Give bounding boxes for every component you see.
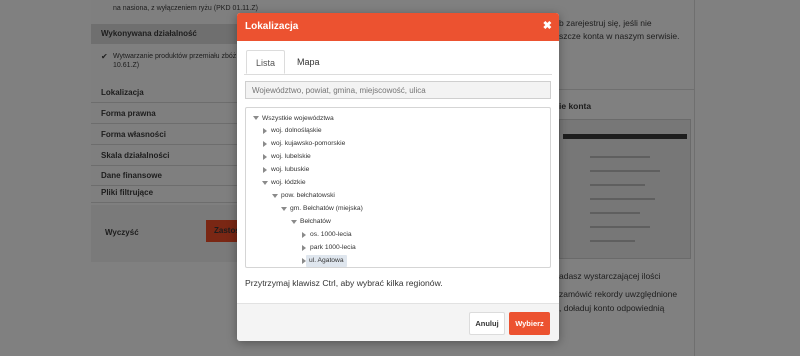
check-icon: ✔ <box>101 52 108 61</box>
right-text-bottom-3: , doładuj konto odpowiednią <box>559 303 665 313</box>
sidebar-top-text: na nasiona, z wyłączeniem ryżu (PKD 01.1… <box>113 5 258 12</box>
expanded-arrow-icon[interactable] <box>272 194 278 198</box>
location-modal: Lokalizacja ✖ Lista Mapa Wszystkie wojew… <box>237 13 559 341</box>
expanded-arrow-icon[interactable] <box>253 116 259 120</box>
filter-pliki[interactable]: Pliki filtrujące <box>91 183 241 203</box>
multi-select-hint: Przytrzymaj klawisz Ctrl, aby wybrać kil… <box>245 278 443 288</box>
collapsed-arrow-icon[interactable] <box>263 167 267 173</box>
collapsed-arrow-icon[interactable] <box>263 141 267 147</box>
tree-node-belchatow[interactable]: Bełchatów <box>300 217 331 227</box>
tree-node-woj-dolnoslaskie[interactable]: woj. dolnośląskie <box>271 126 322 136</box>
collapsed-arrow-icon[interactable] <box>263 128 267 134</box>
right-section-title: ie konta <box>559 101 592 111</box>
modal-header: Lokalizacja ✖ <box>237 13 559 41</box>
right-text-top-2: szcze konta w naszym serwisie. <box>559 31 680 41</box>
tree-node-woj-lodzkie[interactable]: woj. łódzkie <box>271 178 306 188</box>
sidebar-section-title: Wykonywana działalność <box>91 24 241 44</box>
modal-tabs: Lista Mapa <box>244 48 552 75</box>
expanded-arrow-icon[interactable] <box>262 181 268 185</box>
activity-code: 10.61.Z) <box>113 62 140 69</box>
location-search-input[interactable] <box>245 81 551 99</box>
collapsed-arrow-icon[interactable] <box>302 232 306 238</box>
preview-image <box>559 119 691 259</box>
modal-footer: Anuluj Wybierz <box>237 303 559 341</box>
tree-node-root[interactable]: Wszystkie województwa <box>262 114 334 124</box>
tab-mapa[interactable]: Mapa <box>288 50 329 74</box>
divider <box>559 89 694 90</box>
collapsed-arrow-icon[interactable] <box>263 154 267 160</box>
tree-node-woj-lubuskie[interactable]: woj. lubuskie <box>271 165 309 175</box>
choose-button[interactable]: Wybierz <box>509 312 550 335</box>
tree-node-ul-agatowa[interactable]: ul. Agatowa <box>306 255 347 267</box>
right-text-bottom-2: zamówić rekordy uwzględnione <box>559 289 678 299</box>
expanded-arrow-icon[interactable] <box>291 220 297 224</box>
tree-node-gm-belchatow[interactable]: gm. Bełchatów (miejska) <box>290 204 363 214</box>
expanded-arrow-icon[interactable] <box>281 207 287 211</box>
clear-button[interactable]: Wyczyść <box>105 228 139 237</box>
modal-title: Lokalizacja <box>245 21 299 32</box>
right-text-bottom-1: adasz wystarczającej ilości <box>559 271 661 281</box>
collapsed-arrow-icon[interactable] <box>302 245 306 251</box>
cancel-button[interactable]: Anuluj <box>469 312 505 335</box>
activity-item: Wytwarzanie produktów przemiału zbóż <box>113 53 237 60</box>
tree-node-woj-lubelskie[interactable]: woj. lubelskie <box>271 152 311 162</box>
filter-forma-prawna[interactable]: Forma prawna <box>91 104 241 124</box>
tree-node-os-1000-lecia[interactable]: os. 1000-lecia <box>310 230 352 240</box>
close-icon[interactable]: ✖ <box>543 19 552 32</box>
filter-lokalizacja[interactable]: Lokalizacja <box>91 83 241 103</box>
tree-node-woj-kujawsko-pomorskie[interactable]: woj. kujawsko-pomorskie <box>271 139 345 149</box>
region-tree: Wszystkie województwa woj. dolnośląskie … <box>245 107 551 268</box>
right-text-top-1: b zarejestruj się, jeśli nie <box>559 18 652 28</box>
tree-node-pow-belchatowski[interactable]: pow. bełchatowski <box>281 191 335 201</box>
filter-skala[interactable]: Skala działalności <box>91 146 241 166</box>
right-column-border <box>694 0 695 356</box>
tab-lista[interactable]: Lista <box>246 50 286 74</box>
filter-forma-wlasnosci[interactable]: Forma własności <box>91 125 241 145</box>
tree-node-park-1000-lecia[interactable]: park 1000-lecia <box>310 243 356 253</box>
